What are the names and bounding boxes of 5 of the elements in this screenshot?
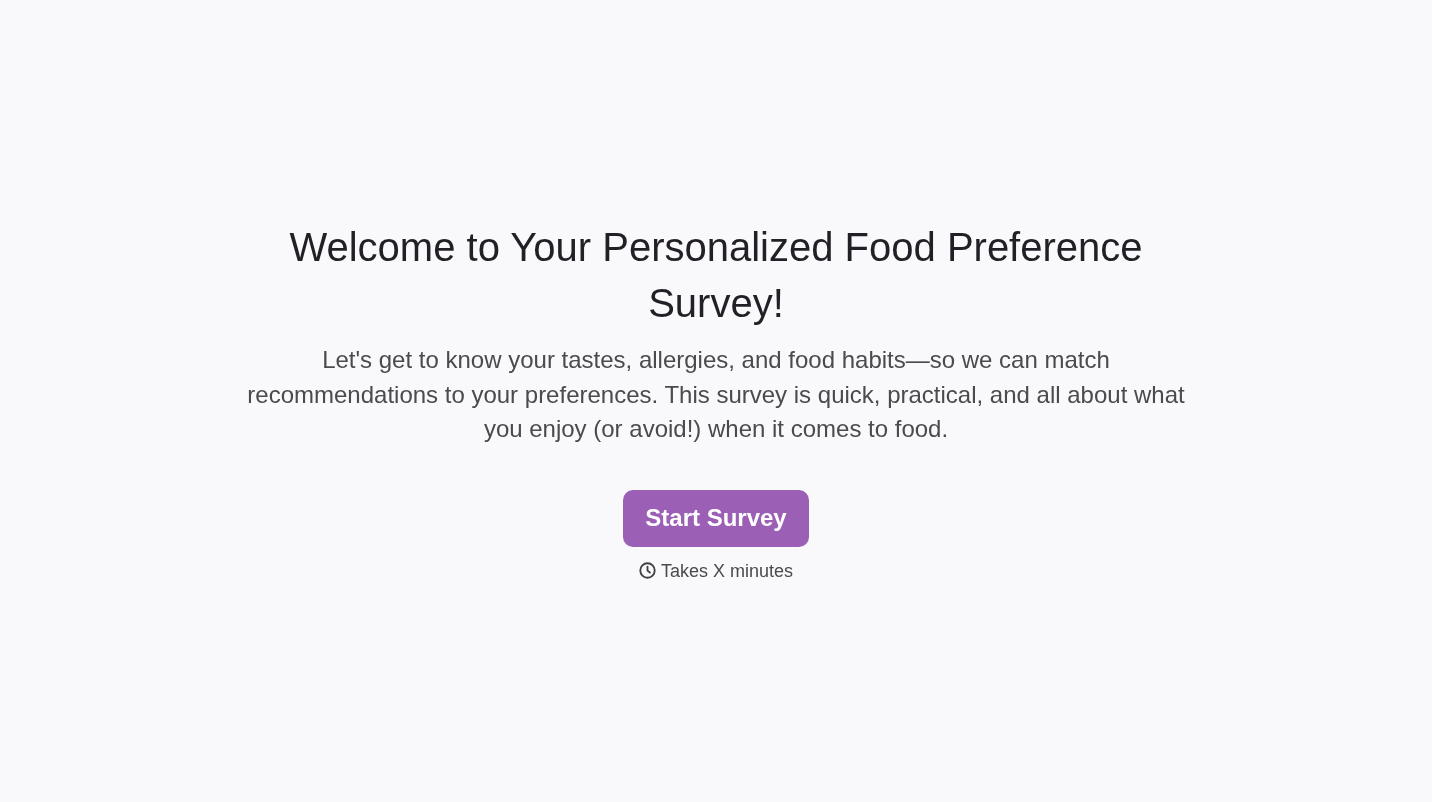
welcome-title: Welcome to Your Personalized Food Preference Survey! (288, 224, 1144, 328)
clock-icon (638, 562, 656, 580)
intro-paragraph: Let's get to know your tastes, allergies, and food habits—so we can match recommendations to your preferences. This survey is quick, practical, and all about what you enjoy (or avoid!) when it comes to food. (246, 345, 1186, 445)
start-survey-button[interactable]: Start Survey (623, 489, 809, 547)
duration-text: Takes X minutes (660, 559, 794, 583)
